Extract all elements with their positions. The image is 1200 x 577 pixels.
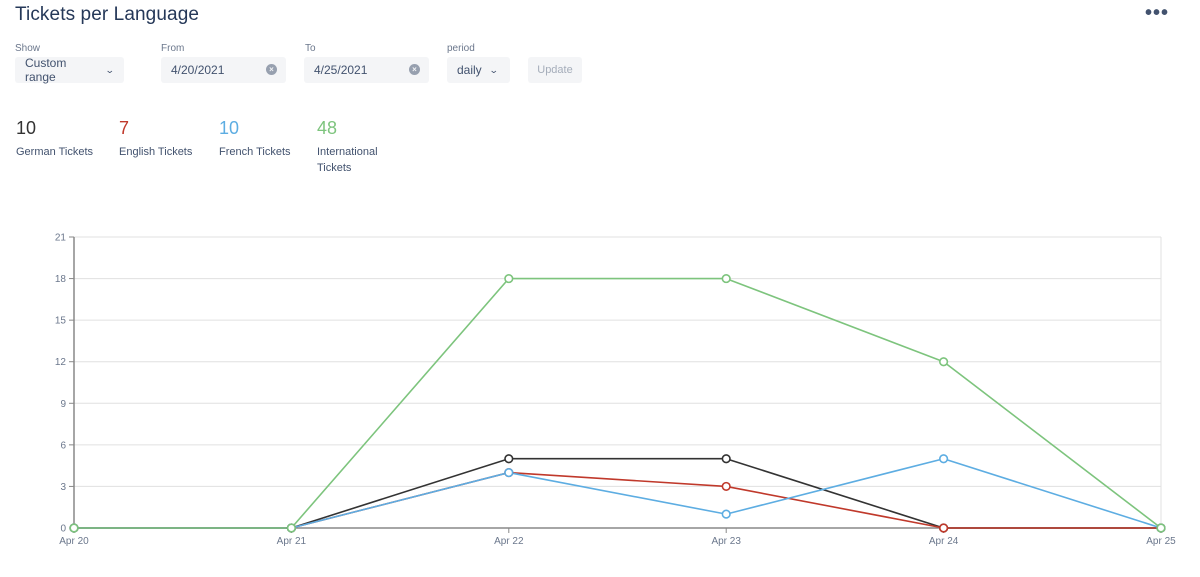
y-tick-label: 9 <box>60 399 66 410</box>
chevron-down-icon: ⌄ <box>488 64 499 75</box>
data-point <box>504 454 514 464</box>
x-tick-label: Apr 23 <box>711 536 741 547</box>
data-point <box>1156 523 1166 533</box>
series-line-french-tickets <box>74 457 1162 529</box>
stat-value: 7 <box>119 118 130 138</box>
period-label: period <box>447 43 475 54</box>
ellipsis-icon[interactable]: ••• <box>1145 2 1169 25</box>
data-point <box>721 454 731 464</box>
stat-label: English Tickets <box>119 146 193 158</box>
from-label: From <box>161 43 185 54</box>
stat-french: 10 French Tickets <box>219 117 309 160</box>
data-point <box>938 454 949 464</box>
stat-label: German Tickets <box>16 146 94 158</box>
y-tick-label: 12 <box>55 357 67 368</box>
data-point <box>504 467 514 478</box>
stat-value: 10 <box>219 118 240 138</box>
data-point <box>286 523 297 533</box>
show-label: Show <box>15 43 41 54</box>
period-select[interactable]: daily ⌄ <box>447 57 510 83</box>
data-point <box>721 481 731 492</box>
x-tick-label: Apr 21 <box>277 536 307 547</box>
data-point <box>938 523 949 533</box>
y-tick-label: 6 <box>60 440 66 451</box>
from-date-value: 4/20/2021 <box>171 63 225 77</box>
chevron-down-icon: ⌄ <box>105 64 116 75</box>
stat-value: 48 <box>317 118 338 138</box>
to-label: To <box>305 43 316 54</box>
from-date-input[interactable]: 4/20/2021 × <box>161 57 286 83</box>
data-point <box>504 273 514 284</box>
period-select-value: daily <box>457 63 482 77</box>
x-tick-label: Apr 22 <box>494 536 524 547</box>
series-line-english-tickets <box>74 471 1161 529</box>
y-tick-label: 18 <box>55 274 67 285</box>
to-date-value: 4/25/2021 <box>314 63 368 77</box>
stat-label: French Tickets <box>219 146 291 158</box>
data-point <box>721 273 731 284</box>
update-button[interactable]: Update <box>528 57 582 83</box>
show-select[interactable]: Custom range ⌄ <box>15 56 124 84</box>
stat-value: 10 <box>16 118 37 138</box>
clear-icon[interactable]: × <box>409 64 420 75</box>
clear-icon[interactable]: × <box>266 64 277 75</box>
grid-lines <box>74 236 1162 528</box>
stat-german: 10 German Tickets <box>16 117 106 160</box>
stat-international: 48 International Tickets <box>317 117 392 176</box>
y-tick-label: 0 <box>60 524 66 535</box>
show-select-value: Custom range <box>25 56 67 84</box>
stat-label: International Tickets <box>317 146 378 174</box>
axes: 0 3 6 9 12 15 18 21 Apr 20 Apr 21 Apr 22 Apr 23 Apr … <box>55 233 1176 548</box>
data-point <box>721 509 731 519</box>
tickets-line-chart: 0 3 6 9 12 15 18 21 Apr 20 Apr 21 Apr 22 Apr 23 Apr … <box>55 233 1176 548</box>
page-title: Tickets per Language <box>15 4 200 25</box>
y-tick-label: 21 <box>55 233 67 244</box>
y-tick-label: 3 <box>60 482 66 493</box>
data-point <box>938 357 949 367</box>
x-tick-label: Apr 20 <box>59 536 89 547</box>
x-tick-label: Apr 24 <box>929 536 959 547</box>
x-tick-label: Apr 25 <box>1146 536 1176 547</box>
to-date-input[interactable]: 4/25/2021 × <box>304 57 429 83</box>
stat-english: 7 English Tickets <box>119 117 209 160</box>
data-point <box>69 523 79 533</box>
y-tick-label: 15 <box>55 316 67 327</box>
